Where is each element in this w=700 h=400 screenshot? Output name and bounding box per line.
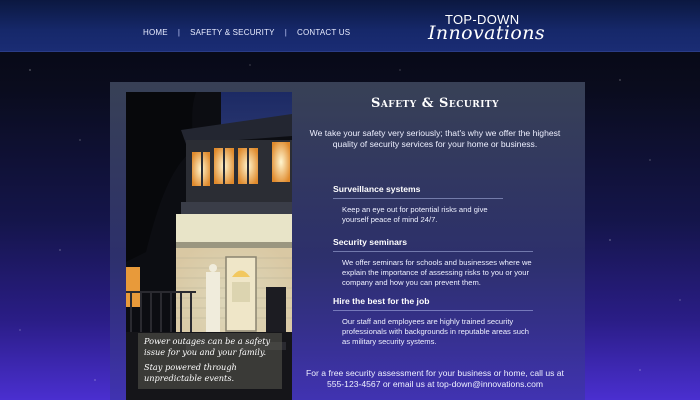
nav-safety-security-link[interactable]: SAFETY & SECURITY (190, 28, 275, 37)
nav-separator: | (284, 28, 287, 37)
service-description: Our staff and employees are highly train… (342, 317, 529, 346)
nav-contact-us-link[interactable]: CONTACT US (297, 28, 350, 37)
service-block: Surveillance systems Keep an eye out for… (333, 184, 503, 225)
caption-line2: Stay powered through unpredictable event… (144, 362, 237, 383)
service-block: Security seminars We offer seminars for … (333, 237, 533, 288)
service-description: We offer seminars for schools and busine… (342, 258, 532, 287)
site-header: HOME | SAFETY & SECURITY | CONTACT US TO… (0, 0, 700, 52)
service-title: Surveillance systems (333, 184, 503, 199)
nav-separator: | (177, 28, 181, 37)
page-title: Safety & Security (370, 96, 500, 111)
service-title: Hire the best for the job (333, 296, 533, 311)
logo-line2: Innovations (428, 22, 546, 44)
page-intro: We take your safety very seriously; that… (309, 128, 561, 149)
main-nav: HOME | SAFETY & SECURITY | CONTACT US (143, 28, 350, 37)
service-title: Security seminars (333, 237, 533, 252)
photo-caption: Power outages can be a safety issue for … (138, 333, 282, 389)
caption-line1: Power outages can be a safety issue for … (144, 336, 271, 357)
service-description: Keep an eye out for potential risks and … (342, 205, 488, 224)
service-block: Hire the best for the job Our staff and … (333, 296, 533, 347)
contact-cta: For a free security assessment for your … (306, 368, 564, 389)
site-logo[interactable]: TOP-DOWN Innovations (425, 10, 545, 44)
nav-home-link[interactable]: HOME (143, 28, 168, 37)
